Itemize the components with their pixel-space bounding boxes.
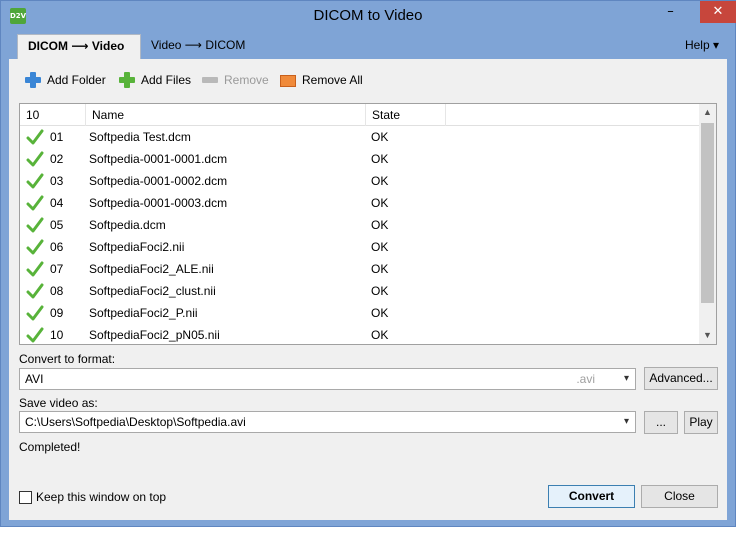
advanced-button[interactable]: Advanced... xyxy=(644,367,718,390)
keep-on-top-checkbox[interactable]: Keep this window on top xyxy=(19,490,166,504)
row-number: 07 xyxy=(50,262,64,276)
remove-all-label: Remove All xyxy=(302,73,363,87)
column-header-count[interactable]: 10 xyxy=(20,104,86,126)
row-file-name: Softpedia Test.dcm xyxy=(89,130,191,144)
check-icon xyxy=(26,217,44,233)
row-file-name: Softpedia.dcm xyxy=(89,218,166,232)
app-window: D2V DICOM to Video – □ ✕ DICOM ⟶ Video V… xyxy=(0,0,736,527)
help-menu[interactable]: Help ▾ xyxy=(685,38,719,52)
row-number: 05 xyxy=(50,218,64,232)
row-state: OK xyxy=(371,218,389,232)
row-number: 01 xyxy=(50,130,64,144)
scroll-thumb[interactable] xyxy=(701,123,714,303)
chevron-down-icon: ▾ xyxy=(623,373,630,384)
row-number: 10 xyxy=(50,328,64,342)
row-file-name: Softpedia-0001-0002.dcm xyxy=(89,174,228,188)
chevron-down-icon: ▾ xyxy=(623,416,630,427)
save-video-label: Save video as: xyxy=(19,396,98,410)
close-button[interactable]: Close xyxy=(641,485,718,508)
scroll-up-icon[interactable]: ▲ xyxy=(699,104,716,121)
convert-button[interactable]: Convert xyxy=(548,485,635,508)
remove-label: Remove xyxy=(224,73,269,87)
column-header-state[interactable]: State xyxy=(366,104,446,126)
add-files-icon xyxy=(119,72,135,88)
keep-on-top-label: Keep this window on top xyxy=(36,490,167,504)
scroll-down-icon[interactable]: ▼ xyxy=(699,327,716,344)
browse-button[interactable]: ... xyxy=(644,411,678,434)
row-state: OK xyxy=(371,284,389,298)
column-header-name[interactable]: Name xyxy=(86,104,366,126)
save-path-value: C:\Users\Softpedia\Desktop\Softpedia.avi xyxy=(25,415,246,429)
row-number: 04 xyxy=(50,196,64,210)
check-icon xyxy=(26,173,44,189)
client-area: DICOM ⟶ Video Video ⟶ DICOM Help ▾ Add F… xyxy=(9,32,727,520)
table-row[interactable]: 07 SoftpediaFoci2_ALE.nii OK xyxy=(20,258,700,280)
remove-all-button[interactable]: Remove All xyxy=(280,70,363,90)
row-number: 02 xyxy=(50,152,64,166)
table-row[interactable]: 06 SoftpediaFoci2.nii OK xyxy=(20,236,700,258)
file-list-header: 10 Name State xyxy=(20,104,700,126)
row-number: 03 xyxy=(50,174,64,188)
format-select[interactable]: AVI .avi ▾ xyxy=(19,368,636,390)
check-icon xyxy=(26,261,44,277)
row-state: OK xyxy=(371,152,389,166)
row-state: OK xyxy=(371,196,389,210)
add-files-button[interactable]: Add Files xyxy=(119,70,191,90)
row-number: 06 xyxy=(50,240,64,254)
save-path-input[interactable]: C:\Users\Softpedia\Desktop\Softpedia.avi… xyxy=(19,411,636,433)
row-file-name: SoftpediaFoci2_clust.nii xyxy=(89,284,216,298)
format-select-value: AVI xyxy=(25,372,44,386)
play-button[interactable]: Play xyxy=(684,411,718,434)
close-window-button[interactable]: ✕ xyxy=(700,1,736,23)
minimize-button[interactable]: – xyxy=(657,1,684,23)
file-list-scrollbar[interactable]: ▲ ▼ xyxy=(699,104,716,344)
row-state: OK xyxy=(371,262,389,276)
check-icon xyxy=(26,129,44,145)
add-folder-label: Add Folder xyxy=(47,73,106,87)
row-file-name: Softpedia-0001-0001.dcm xyxy=(89,152,228,166)
title-bar: D2V DICOM to Video – □ ✕ xyxy=(1,1,736,32)
window-title: DICOM to Video xyxy=(313,7,423,24)
row-state: OK xyxy=(371,174,389,188)
row-state: OK xyxy=(371,306,389,320)
remove-all-icon xyxy=(280,75,296,87)
tab-dicom-to-video[interactable]: DICOM ⟶ Video xyxy=(17,34,141,59)
add-files-label: Add Files xyxy=(141,73,192,87)
table-row[interactable]: 04 Softpedia-0001-0003.dcm OK xyxy=(20,192,700,214)
table-row[interactable]: 08 SoftpediaFoci2_clust.nii OK xyxy=(20,280,700,302)
status-text: Completed! xyxy=(19,440,81,454)
row-number: 08 xyxy=(50,284,64,298)
table-row[interactable]: 05 Softpedia.dcm OK xyxy=(20,214,700,236)
check-icon xyxy=(26,239,44,255)
table-row[interactable]: 03 Softpedia-0001-0002.dcm OK xyxy=(20,170,700,192)
check-icon xyxy=(26,195,44,211)
file-list[interactable]: 10 Name State 01 Softpedia Test.dcm OK 02 So… xyxy=(19,103,717,345)
remove-icon xyxy=(202,72,218,88)
row-file-name: SoftpediaFoci2_P.nii xyxy=(89,306,198,320)
row-file-name: SoftpediaFoci2_pN05.nii xyxy=(89,328,220,342)
table-row[interactable]: 09 SoftpediaFoci2_P.nii OK xyxy=(20,302,700,324)
row-state: OK xyxy=(371,328,389,342)
check-icon xyxy=(26,327,44,343)
table-row[interactable]: 10 SoftpediaFoci2_pN05.nii OK xyxy=(20,324,700,344)
row-file-name: Softpedia-0001-0003.dcm xyxy=(89,196,228,210)
check-icon xyxy=(26,151,44,167)
convert-format-label: Convert to format: xyxy=(19,352,116,366)
check-icon xyxy=(26,283,44,299)
add-folder-button[interactable]: Add Folder xyxy=(25,70,106,90)
row-number: 09 xyxy=(50,306,64,320)
row-file-name: SoftpediaFoci2.nii xyxy=(89,240,185,254)
table-row[interactable]: 01 Softpedia Test.dcm OK xyxy=(20,126,700,148)
check-icon xyxy=(26,305,44,321)
tab-strip: DICOM ⟶ Video Video ⟶ DICOM Help ▾ xyxy=(9,32,727,59)
checkbox-box[interactable] xyxy=(19,490,32,504)
format-extension-hint: .avi xyxy=(576,372,595,386)
row-file-name: SoftpediaFoci2_ALE.nii xyxy=(89,262,214,276)
row-state: OK xyxy=(371,130,389,144)
remove-button[interactable]: Remove xyxy=(202,70,269,90)
table-row[interactable]: 02 Softpedia-0001-0001.dcm OK xyxy=(20,148,700,170)
add-folder-icon xyxy=(25,72,41,88)
row-state: OK xyxy=(371,240,389,254)
tab-video-to-dicom[interactable]: Video ⟶ DICOM xyxy=(141,34,255,59)
